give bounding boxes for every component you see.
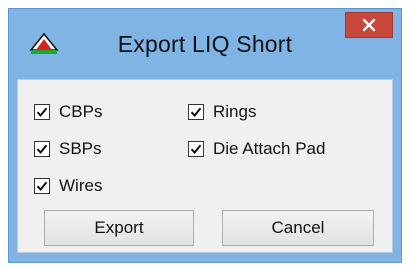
checkbox-cbps[interactable]: CBPs xyxy=(34,101,102,123)
close-button[interactable] xyxy=(345,12,393,38)
checkmark-icon xyxy=(36,181,48,192)
checkbox-cbps-box[interactable] xyxy=(34,104,50,120)
checkbox-rings-label: Rings xyxy=(213,102,257,121)
checkbox-sbps-label: SBPs xyxy=(59,139,102,158)
checkbox-wires-label: Wires xyxy=(59,176,103,195)
checkbox-sbps[interactable]: SBPs xyxy=(34,138,102,160)
checkmark-icon xyxy=(190,144,202,155)
checkmark-icon xyxy=(190,107,202,118)
export-liq-short-dialog: Export LIQ Short CBPs SBPs Wires Rings D… xyxy=(8,8,402,263)
window-title: Export LIQ Short xyxy=(117,31,293,57)
checkbox-die-attach-pad-box[interactable] xyxy=(188,141,204,157)
title-bar[interactable]: Export LIQ Short xyxy=(9,9,401,79)
export-button[interactable]: Export xyxy=(44,210,194,246)
checkbox-rings[interactable]: Rings xyxy=(188,101,256,123)
checkbox-wires[interactable]: Wires xyxy=(34,175,102,197)
checkbox-wires-box[interactable] xyxy=(34,178,50,194)
checkbox-die-attach-pad-label: Die Attach Pad xyxy=(213,139,326,158)
close-icon xyxy=(362,18,376,32)
checkbox-rings-box[interactable] xyxy=(188,104,204,120)
dialog-body: CBPs SBPs Wires Rings Die Attach Pad Exp… xyxy=(17,79,393,253)
checkbox-sbps-box[interactable] xyxy=(34,141,50,157)
checkmark-icon xyxy=(36,144,48,155)
checkmark-icon xyxy=(36,107,48,118)
checkbox-cbps-label: CBPs xyxy=(59,102,103,121)
cancel-button[interactable]: Cancel xyxy=(222,210,374,246)
checkbox-die-attach-pad[interactable]: Die Attach Pad xyxy=(188,138,325,160)
